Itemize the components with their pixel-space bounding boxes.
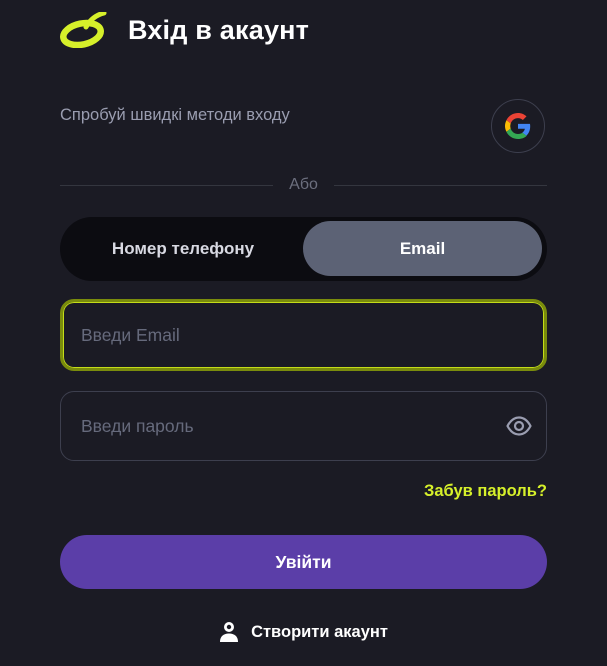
- forgot-password-link[interactable]: Забув пароль?: [424, 482, 547, 501]
- create-account-link[interactable]: Створити акаунт: [0, 618, 607, 646]
- or-divider: Або: [60, 175, 548, 195]
- tab-email[interactable]: Email: [303, 221, 542, 276]
- page-title: Вхід в акаунт: [128, 14, 310, 45]
- email-field-container: [60, 299, 547, 371]
- google-icon: [505, 113, 531, 139]
- password-field-container: [60, 391, 547, 461]
- divider-line-left: [60, 184, 274, 186]
- login-method-tabs: Номер телефону Email: [60, 217, 547, 281]
- google-login-button[interactable]: [491, 99, 545, 153]
- user-icon: [220, 622, 239, 642]
- login-page: Вхід в акаунт Спробуй швидкі методи вход…: [0, 0, 607, 666]
- quick-login-text: Спробуй швидкі методи входу: [60, 106, 290, 124]
- password-input[interactable]: [81, 392, 481, 460]
- divider-line-right: [333, 184, 548, 186]
- tab-phone[interactable]: Номер телефону: [64, 221, 302, 276]
- eye-icon[interactable]: [506, 415, 532, 437]
- login-button[interactable]: Увійти: [60, 535, 547, 589]
- email-input[interactable]: [81, 302, 521, 368]
- logo-icon: [60, 12, 107, 48]
- header: Вхід в акаунт: [60, 10, 309, 50]
- divider-label: Або: [289, 176, 318, 193]
- create-account-label: Створити акаунт: [251, 622, 388, 641]
